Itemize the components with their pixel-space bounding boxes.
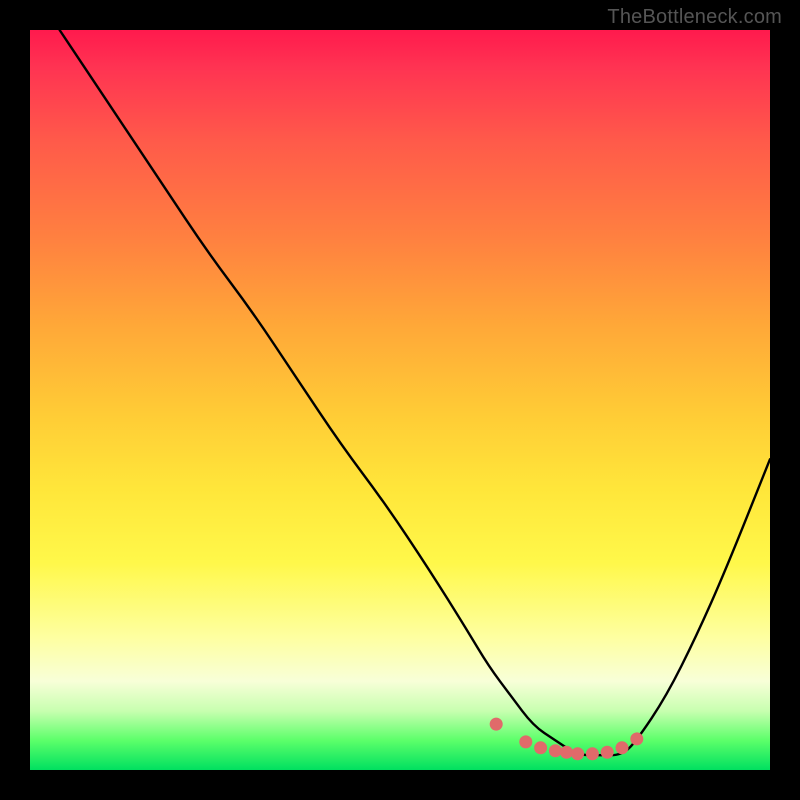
marker-dot: [534, 741, 547, 754]
marker-dot: [490, 718, 503, 731]
marker-dot: [571, 747, 584, 760]
marker-dot: [616, 741, 629, 754]
marker-dot: [630, 732, 643, 745]
watermark-text: TheBottleneck.com: [607, 6, 782, 29]
marker-dot: [560, 746, 573, 759]
bottleneck-curve-line: [60, 30, 770, 755]
optimal-range-markers: [490, 718, 644, 761]
chart-svg: [30, 30, 770, 770]
marker-dot: [586, 747, 599, 760]
marker-dot: [601, 746, 614, 759]
chart-plot-area: [30, 30, 770, 770]
marker-dot: [549, 744, 562, 757]
marker-dot: [519, 735, 532, 748]
